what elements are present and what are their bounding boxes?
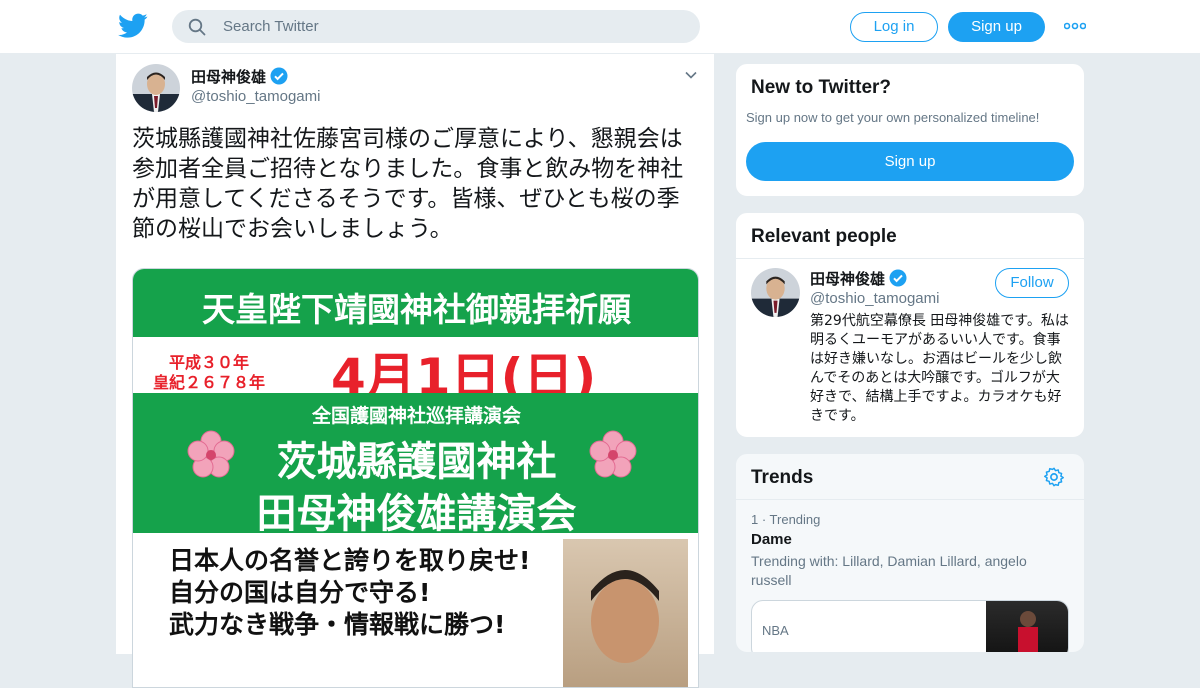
tweet-author-handle[interactable]: @toshio_tamogami <box>191 88 320 105</box>
cherry-blossom-icon <box>589 430 637 478</box>
relevant-person-handle[interactable]: @toshio_tamogami <box>810 290 939 307</box>
new-to-twitter-subtitle: Sign up now to get your own personalized… <box>746 110 1040 125</box>
search-input[interactable]: Search Twitter <box>172 10 700 43</box>
verified-badge-icon <box>270 67 288 85</box>
poster-era-koki: 皇紀２６７８年 <box>153 373 266 392</box>
new-to-twitter-title: New to Twitter? <box>751 77 892 98</box>
new-to-twitter-card: New to Twitter? Sign up now to get your … <box>735 63 1085 197</box>
search-placeholder: Search Twitter <box>223 18 319 35</box>
relevant-person-name-text: 田母神俊雄 <box>810 271 886 288</box>
trend-news-card[interactable]: NBA <box>751 600 1069 652</box>
trend-card-thumbnail <box>986 601 1068 652</box>
trend-related: Trending with: Lillard, Damian Lillard, … <box>751 553 1027 588</box>
poster-lecture-name: 田母神俊雄講演会 <box>256 491 577 537</box>
poster-slogan-1: 日本人の名誉と誇りを取り戻せ! <box>169 546 531 575</box>
avatar[interactable] <box>132 64 180 112</box>
more-options-icon[interactable] <box>1064 16 1086 36</box>
trend-card-label: NBA <box>762 623 789 638</box>
trend-name[interactable]: Dame <box>751 531 792 548</box>
trends-card: Trends 1 · Trending Dame Trending with: … <box>735 453 1085 653</box>
login-button[interactable]: Log in <box>850 12 938 42</box>
portrait-icon <box>591 570 659 663</box>
user-photo-icon <box>132 64 180 112</box>
cherry-blossom-icon <box>187 430 235 478</box>
poster-portrait-photo <box>563 539 688 687</box>
avatar[interactable] <box>751 268 800 317</box>
poster-slogan-3: 武力なき戦争・情報戦に勝つ! <box>169 610 506 639</box>
trends-title: Trends <box>751 467 814 488</box>
poster-slogan-2: 自分の国は自分で守る! <box>169 578 431 607</box>
poster-title: 天皇陛下靖國神社御親拝祈願 <box>202 290 631 329</box>
user-photo-icon <box>751 268 800 317</box>
trend-rank: 1 · Trending <box>751 512 821 527</box>
tweet-image-poster[interactable]: 天皇陛下靖國神社御親拝祈願 平成３０年 皇紀２６７８年 4月1日(日) 全国護國… <box>132 268 699 688</box>
twitter-bird-icon[interactable] <box>118 13 148 39</box>
signup-button[interactable]: Sign up <box>948 12 1045 42</box>
poster-subtitle: 全国護國神社巡拝講演会 <box>311 405 521 427</box>
relevant-person-name[interactable]: 田母神俊雄 <box>810 268 907 289</box>
verified-badge-icon <box>889 269 907 287</box>
divider <box>736 499 1084 500</box>
tweet-author-name[interactable]: 田母神俊雄 <box>191 66 288 87</box>
basketball-player-icon <box>1018 611 1038 652</box>
relevant-people-card: Relevant people 田母神俊雄 @toshio_tamogami F… <box>735 212 1085 438</box>
gear-icon[interactable] <box>1043 466 1065 488</box>
tweet-panel: 田母神俊雄 @toshio_tamogami 茨城縣護國神社佐藤宮司様のご厚意に… <box>115 54 715 688</box>
chevron-down-icon[interactable] <box>684 68 698 82</box>
relevant-people-title: Relevant people <box>751 226 897 247</box>
relevant-person-bio: 第29代航空幕僚長 田母神俊雄です。私は明るくユーモアがあるいい人です。食事は好… <box>810 313 1069 424</box>
tweet-text: 茨城縣護國神社佐藤宮司様のご厚意により、懇親会は参加者全員ご招待となりました。食… <box>132 126 684 242</box>
divider <box>736 258 1084 259</box>
search-icon <box>188 18 206 36</box>
follow-button[interactable]: Follow <box>995 268 1069 298</box>
top-navigation-bar: Search Twitter Log in Sign up <box>0 0 1200 54</box>
sidebar-signup-button[interactable]: Sign up <box>746 142 1074 181</box>
author-name-text: 田母神俊雄 <box>191 69 267 86</box>
